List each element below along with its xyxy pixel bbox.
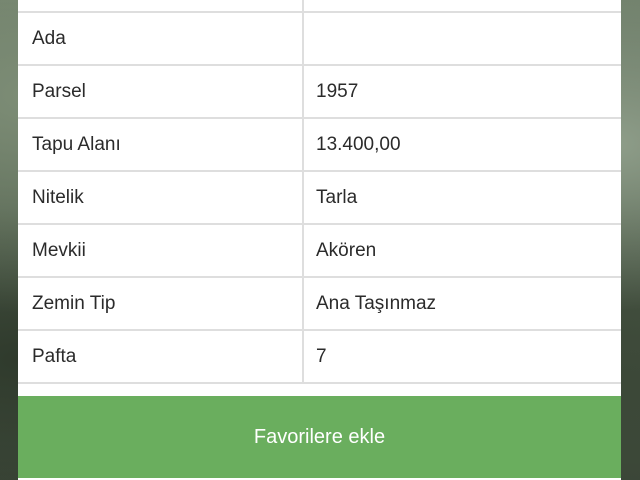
table-row: Tapu Alanı 13.400,00 (18, 118, 621, 172)
row-value (303, 0, 621, 13)
parcel-info-table: Ada Parsel 1957 Tapu Alanı 13.400,00 Nit… (18, 0, 621, 384)
row-value-ada (303, 12, 621, 66)
row-label-mevkii: Mevkii (18, 224, 304, 278)
row-label-tapu-alani: Tapu Alanı (18, 118, 304, 172)
row-label-pafta: Pafta (18, 330, 304, 384)
table-row (18, 0, 621, 13)
add-to-favorites-button[interactable]: Favorilere ekle (18, 396, 621, 478)
table-row: Zemin Tip Ana Taşınmaz (18, 277, 621, 331)
table-row: Nitelik Tarla (18, 171, 621, 225)
row-value-tapu-alani: 13.400,00 (303, 118, 621, 172)
row-label-zemin-tip: Zemin Tip (18, 277, 304, 331)
table-row: Ada (18, 12, 621, 66)
table-row: Mevkii Akören (18, 224, 621, 278)
row-label-ada: Ada (18, 12, 304, 66)
table-row: Parsel 1957 (18, 65, 621, 119)
row-label-parsel: Parsel (18, 65, 304, 119)
row-value-pafta: 7 (303, 330, 621, 384)
row-label-nitelik: Nitelik (18, 171, 304, 225)
row-value-zemin-tip: Ana Taşınmaz (303, 277, 621, 331)
row-value-nitelik: Tarla (303, 171, 621, 225)
row-value-mevkii: Akören (303, 224, 621, 278)
row-label (18, 0, 304, 13)
row-value-parsel: 1957 (303, 65, 621, 119)
table-row: Pafta 7 (18, 330, 621, 384)
